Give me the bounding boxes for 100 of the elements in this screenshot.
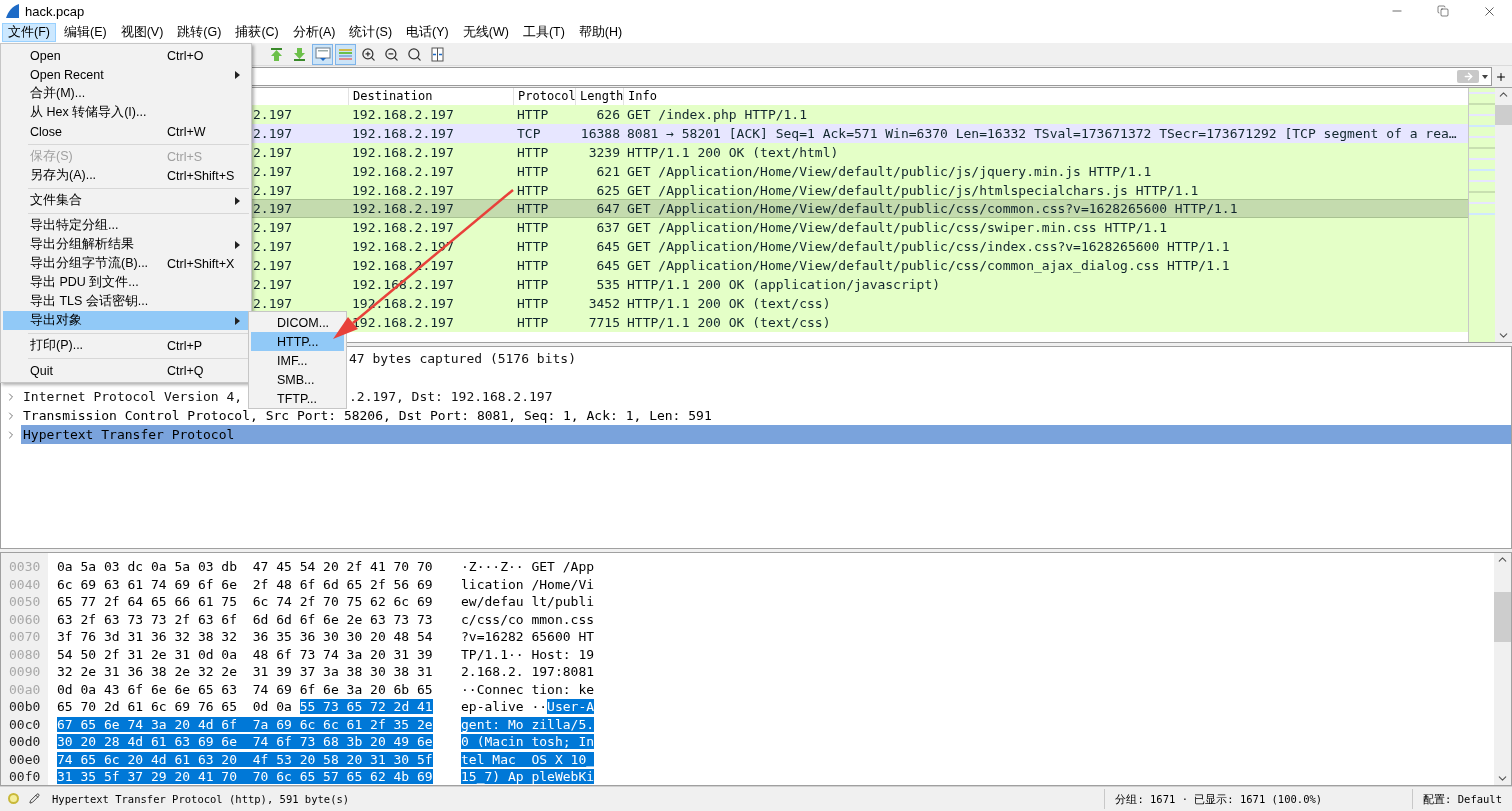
table-cell: 2.197 xyxy=(253,239,293,255)
table-cell-text: 192.168.2.197 xyxy=(351,106,455,122)
ascii-text[interactable]: 2.168.2. 197:8081 xyxy=(461,663,595,681)
hex-bytes[interactable]: 65 70 2d 61 6c 69 76 65 0d 0a 55 73 65 72 2d 41 xyxy=(57,698,452,716)
menu-item[interactable]: DICOM... xyxy=(251,313,344,332)
menu-item[interactable]: 导出分组解析结果 xyxy=(3,235,249,254)
menu-bar-item[interactable]: 捕获(C) xyxy=(229,23,285,42)
hex-offset: 00b0 xyxy=(8,698,42,716)
menu-item[interactable]: HTTP... xyxy=(251,332,344,351)
window-title: hack.pcap xyxy=(25,3,85,19)
menu-bar-item[interactable]: 工具(T) xyxy=(516,23,571,42)
ascii-text[interactable]: ··Connec tion: ke xyxy=(461,680,595,698)
edit-icon[interactable] xyxy=(29,793,40,804)
table-cell-text: 192.168.2.197 xyxy=(351,220,455,236)
ascii-text[interactable]: TP/1.1·· Host: 19 xyxy=(461,645,595,663)
table-cell-text: 647 xyxy=(595,201,621,217)
menu-bar-item[interactable]: 分析(A) xyxy=(286,23,342,42)
menu-bar-item[interactable]: 跳转(G) xyxy=(171,23,228,42)
menu-item[interactable]: TFTP... xyxy=(251,389,344,408)
hex-bytes[interactable]: 65 77 2f 64 65 66 61 75 6c 74 2f 70 75 62 6c 69 xyxy=(57,593,452,611)
menu-item[interactable]: 从 Hex 转储导入(I)... xyxy=(3,103,249,122)
ascii-text[interactable]: 15_7) Ap pleWebKi xyxy=(461,768,595,786)
table-cell-text: HTTP xyxy=(516,182,550,198)
ascii-text[interactable]: ·Z···Z·· GET /App xyxy=(461,558,595,576)
menu-bar-item[interactable]: 文件(F) xyxy=(2,23,56,42)
hex-offset: 0080 xyxy=(8,645,42,663)
table-cell-text: 7715 xyxy=(587,314,621,330)
scrollbar-thumb[interactable] xyxy=(1495,105,1512,125)
table-cell: 2.197 xyxy=(253,125,293,141)
menu-item[interactable]: Quit Ctrl+Q xyxy=(3,361,249,380)
ascii-text[interactable]: lication /Home/Vi xyxy=(461,575,595,593)
menu-bar-item[interactable]: 帮助(H) xyxy=(572,23,629,42)
hex-bytes[interactable]: 6c 69 63 61 74 69 6f 6e 2f 48 6f 6d 65 2f 56 69 xyxy=(57,575,452,593)
dropdown-caret-icon[interactable] xyxy=(1482,74,1488,79)
zoom-out-icon xyxy=(384,46,399,62)
ascii-text[interactable]: c/css/co mmon.css xyxy=(461,610,595,628)
table-cell-text: HTTP xyxy=(516,314,550,330)
table-cell-text: HTTP xyxy=(516,276,550,292)
menu-item[interactable]: 导出 PDU 到文件... xyxy=(3,273,249,292)
hex-bytes[interactable]: 0a 5a 03 dc 0a 5a 03 db 47 45 54 20 2f 41 70 70 xyxy=(57,558,452,576)
menu-item[interactable]: 导出分组字节流(B)... Ctrl+Shift+X xyxy=(3,254,249,273)
hex-offset: 00a0 xyxy=(8,680,42,698)
menu-item[interactable]: 导出对象 xyxy=(3,311,249,330)
table-cell-text: HTTP xyxy=(516,106,550,122)
hex-offset: 0040 xyxy=(8,575,42,593)
hex-bytes[interactable]: 63 2f 63 73 73 2f 63 6f 6d 6d 6f 6e 2e 63 73 73 xyxy=(57,610,452,628)
menu-item[interactable]: 导出 TLS 会话密钥... xyxy=(3,292,249,311)
table-cell-text: GET /Application/Home/View/default/public/css/swiper.min.css HTTP/1.1 xyxy=(626,220,1169,236)
hex-bytes[interactable]: 3f 76 3d 31 36 32 38 32 36 35 36 30 30 20 48 54 xyxy=(57,628,452,646)
table-cell-text: HTTP xyxy=(516,295,550,311)
table-cell-text: 192.168.2.197 xyxy=(351,144,455,160)
selected-tree-row[interactable]: Hypertext Transfer Protocol xyxy=(21,425,1511,444)
menu-bar-item[interactable]: 编辑(E) xyxy=(57,23,113,42)
autoscroll-button[interactable] xyxy=(312,43,333,65)
tree-row[interactable]: Transmission Control Protocol, Src Port: 58206, Dst Port: 8081, Seq: 1, Ack: 1, Len: 591 xyxy=(21,406,1511,425)
profile-text[interactable]: 配置: Default xyxy=(1412,788,1512,809)
colorize-button[interactable] xyxy=(335,43,356,65)
plus-icon xyxy=(1495,70,1507,83)
menu-item[interactable]: 合并(M)... xyxy=(3,84,249,103)
table-cell-text: HTTP xyxy=(516,201,550,217)
menu-item[interactable]: Open Recent xyxy=(3,65,249,84)
menu-bar-item[interactable]: 无线(W) xyxy=(456,23,515,42)
menu-bar-item[interactable]: 统计(S) xyxy=(343,23,399,42)
menu-item[interactable]: 打印(P)... Ctrl+P xyxy=(3,336,249,355)
table-cell-text: 16388 xyxy=(579,125,621,141)
tree-row-text: .2.197, Dst: 192.168.2.197 xyxy=(349,389,553,404)
menu-bar-item[interactable]: 视图(V) xyxy=(114,23,170,42)
table-cell-text: 192.168.2.197 xyxy=(351,201,455,217)
hex-offset: 0030 xyxy=(8,558,42,576)
table-cell: 2.197 xyxy=(253,201,293,217)
table-cell-text: 637 xyxy=(595,220,621,236)
vertical-scrollbar[interactable] xyxy=(1495,88,1512,342)
menu-item[interactable]: IMF... xyxy=(251,351,344,370)
menu-bar-item[interactable]: 电话(Y) xyxy=(400,23,455,42)
arrow-up-icon xyxy=(269,46,284,62)
table-cell-text: 625 xyxy=(595,182,621,198)
menu-item[interactable]: SMB... xyxy=(251,370,344,389)
hex-bytes[interactable]: 0d 0a 43 6f 6e 6e 65 63 74 69 6f 6e 3a 20 6b 65 xyxy=(57,680,452,698)
ascii-text[interactable]: ep-alive ··User-A xyxy=(461,698,595,716)
menu-item[interactable]: Close Ctrl+W xyxy=(3,122,249,141)
table-cell-text: HTTP/1.1 200 OK (text/html) xyxy=(626,144,840,160)
hex-bytes[interactable]: 32 2e 31 36 38 2e 32 2e 31 39 37 3a 38 30 38 31 xyxy=(57,663,452,681)
table-cell-text: HTTP xyxy=(516,258,550,274)
menu-item[interactable]: 导出特定分组... xyxy=(3,216,249,235)
ascii-text[interactable]: gent: Mo zilla/5. xyxy=(461,715,595,733)
table-cell: 2.197 xyxy=(253,295,293,311)
ascii-text[interactable]: ew/defau lt/publi xyxy=(461,593,595,611)
packet-count-text: 分组: 1671 · 已显示: 1671 (100.0%) xyxy=(1104,788,1413,809)
table-cell-text: HTTP/1.1 200 OK (text/css) xyxy=(626,295,832,311)
table-cell: 2.197 xyxy=(253,258,293,274)
status-icon[interactable] xyxy=(8,793,19,804)
hex-bytes[interactable]: 54 50 2f 31 2e 31 0d 0a 48 6f 73 74 3a 20 31 39 xyxy=(57,645,452,663)
menu-item[interactable]: Open Ctrl+O xyxy=(3,46,249,65)
hex-offset: 0070 xyxy=(8,628,42,646)
vertical-scrollbar[interactable] xyxy=(1494,553,1511,785)
table-cell-text: HTTP/1.1 200 OK (application/javascript) xyxy=(626,276,942,292)
scrollbar-thumb[interactable] xyxy=(1494,592,1511,642)
ascii-text[interactable]: 0 (Macin tosh; In xyxy=(461,733,595,751)
ascii-text[interactable]: ?v=16282 65600 HT xyxy=(461,628,595,646)
ascii-text[interactable]: tel Mac OS X 10_ xyxy=(461,750,595,768)
